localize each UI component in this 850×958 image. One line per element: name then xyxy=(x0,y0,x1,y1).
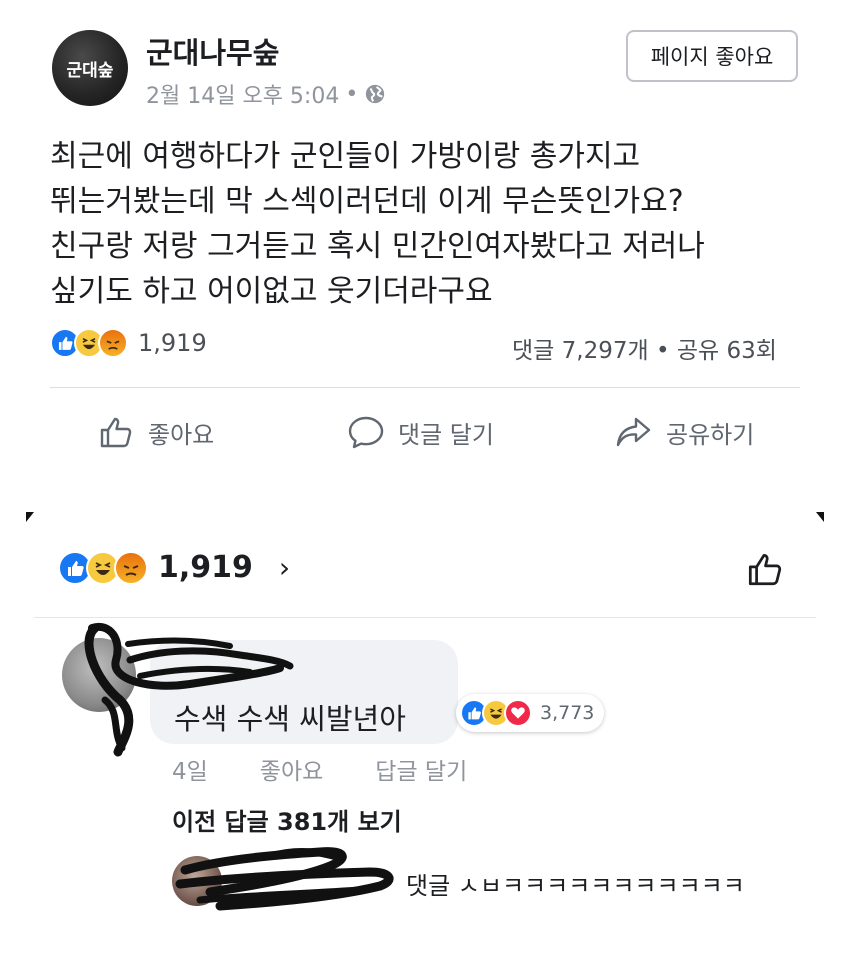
meta-separator: • xyxy=(345,81,359,107)
like-page-button[interactable]: 페이지 좋아요 xyxy=(626,30,798,82)
comment-reply-button[interactable]: 답글 달기 xyxy=(375,752,467,786)
share-icon xyxy=(616,417,651,447)
reply-preview-text[interactable]: 댓글 ㅅㅂㅋㅋㅋㅋㅋㅋㅋㅋㅋㅋㅋ xyxy=(406,866,745,901)
reactions-panel-summary[interactable]: 1,919 › xyxy=(58,550,290,585)
comment-like-button[interactable]: 좋아요 xyxy=(260,752,323,786)
reply-avatar[interactable] xyxy=(172,856,222,906)
divider xyxy=(50,387,800,388)
reaction-count: 1,919 xyxy=(138,329,207,357)
angry-reaction-icon xyxy=(98,328,128,358)
thumbs-up-icon[interactable] xyxy=(744,548,786,594)
view-previous-replies-link[interactable]: 이전 답글 381개 보기 xyxy=(172,802,402,837)
commenter-avatar[interactable] xyxy=(62,638,136,712)
post-body-line: 뛰는거봤는데 막 스섹이러던데 이게 무슨뜻인가요? xyxy=(50,184,684,219)
page-name[interactable]: 군대나무숲 xyxy=(146,30,279,72)
chevron-right-icon[interactable]: › xyxy=(279,551,290,584)
like-action-label: 좋아요 xyxy=(148,420,215,449)
screenshot-corner xyxy=(26,512,34,522)
angry-reaction-icon xyxy=(114,550,148,585)
comment-reaction-count: 3,773 xyxy=(540,702,595,724)
comment-icon xyxy=(348,416,384,449)
post-body: 최근에 여행하다가 군인들이 가방이랑 총가지고 뛰는거봤는데 막 스섹이러던데… xyxy=(50,134,830,314)
post-timestamp[interactable]: 2월 14일 오후 5:04 xyxy=(146,78,339,110)
thumbs-up-icon xyxy=(100,417,132,448)
divider xyxy=(34,617,816,618)
share-action-button[interactable]: 공유하기 xyxy=(614,412,754,452)
panel-reaction-count: 1,919 xyxy=(158,550,253,585)
comment-share-stats[interactable]: 댓글 7,297개 • 공유 63회 xyxy=(512,331,777,365)
like-action-button[interactable]: 좋아요 xyxy=(96,412,214,452)
post-body-line: 최근에 여행하다가 군인들이 가방이랑 총가지고 xyxy=(50,139,641,174)
comment-text: 수색 수색 씨발년아 xyxy=(174,702,406,736)
love-reaction-icon xyxy=(504,699,532,727)
page-avatar[interactable]: 군대숲 xyxy=(52,30,128,106)
reaction-summary[interactable]: 1,919 xyxy=(50,328,207,358)
comment-action-label: 댓글 달기 xyxy=(398,420,494,449)
post-body-line: 친구랑 저랑 그거듣고 혹시 민간인여자봤다고 저러나 xyxy=(50,229,705,264)
comment-action-button[interactable]: 댓글 달기 xyxy=(346,412,494,452)
post-body-line: 싶기도 하고 어이없고 웃기더라구요 xyxy=(50,274,493,309)
post-meta: 2월 14일 오후 5:04 • xyxy=(146,78,386,110)
screenshot-corner xyxy=(816,512,824,522)
globe-icon xyxy=(366,84,385,104)
comment-meta: 4일 좋아요 답글 달기 xyxy=(172,752,467,786)
avatar-text: 군대숲 xyxy=(66,60,114,81)
comment-age: 4일 xyxy=(172,759,208,785)
share-action-label: 공유하기 xyxy=(666,420,755,449)
comment-reactions[interactable]: 3,773 xyxy=(456,694,605,732)
